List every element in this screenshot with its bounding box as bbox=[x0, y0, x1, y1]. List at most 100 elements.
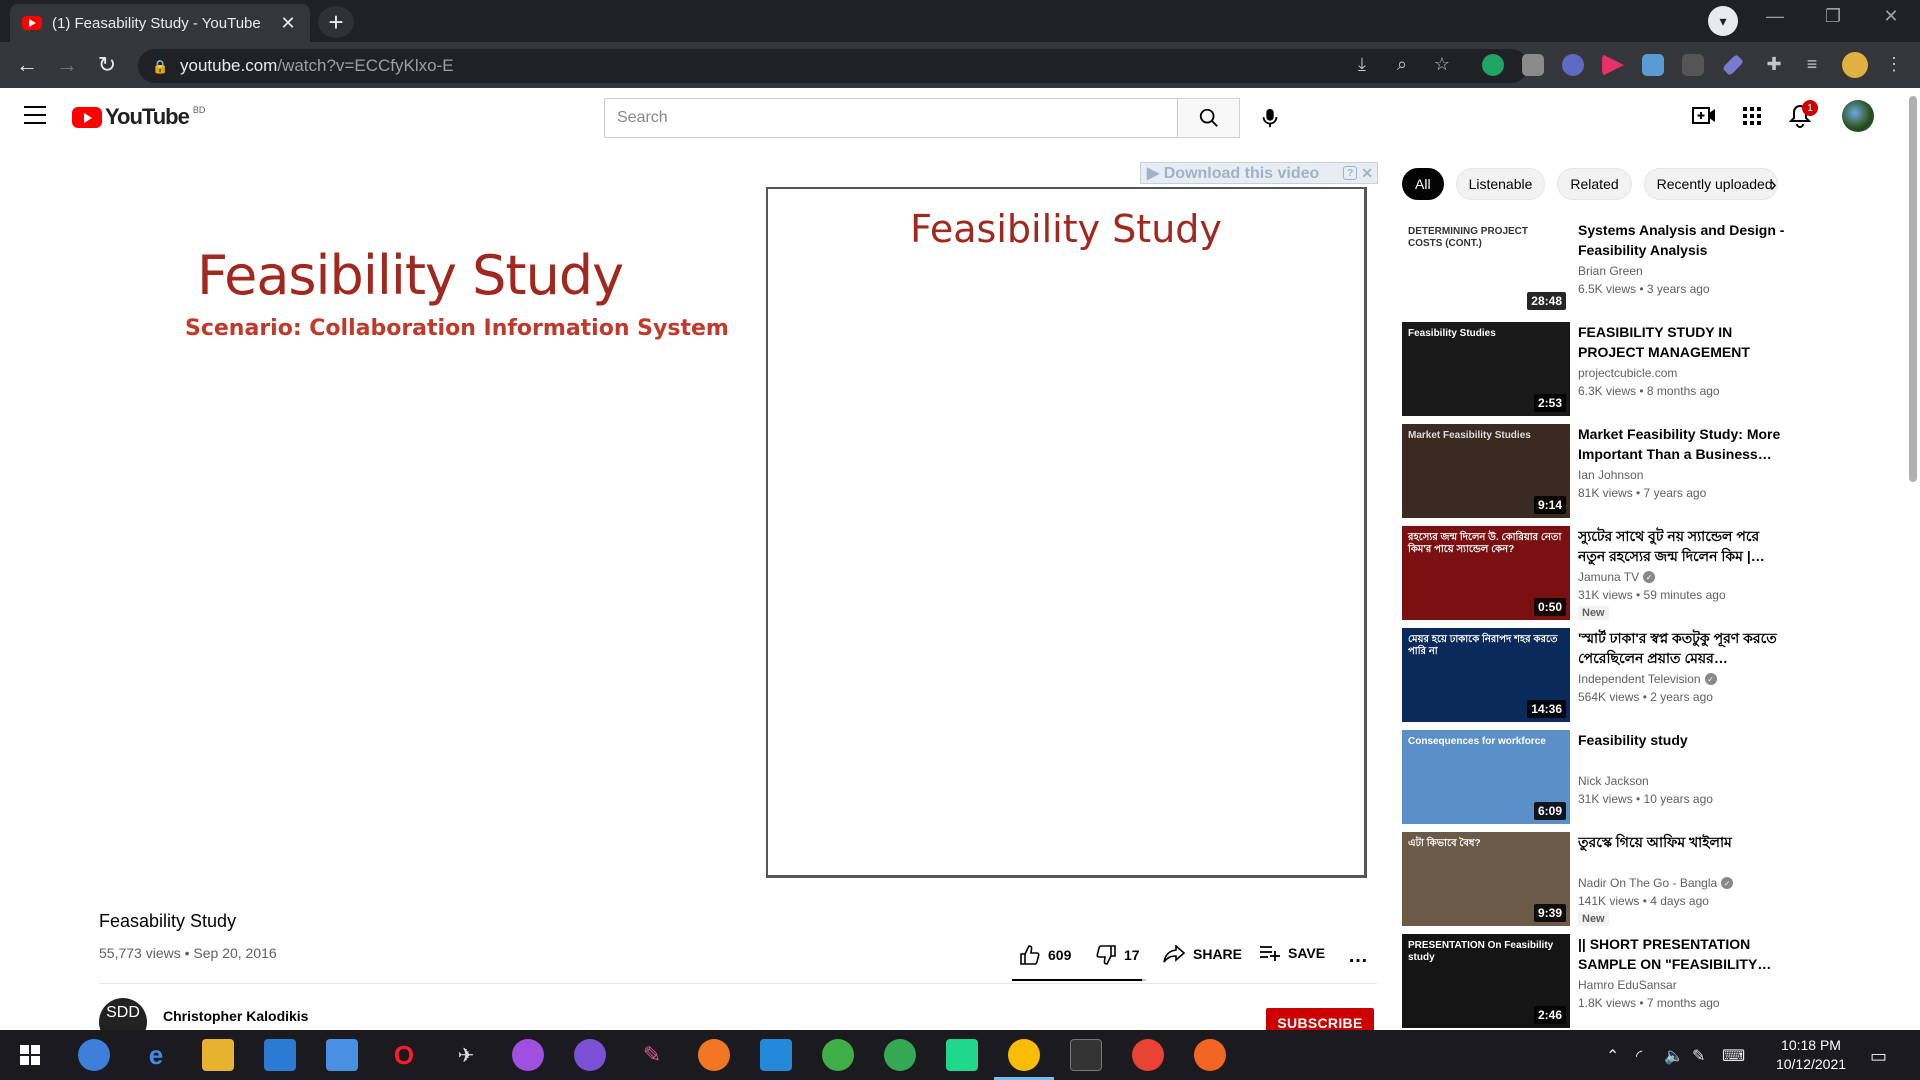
extension-icon-6[interactable] bbox=[1682, 54, 1704, 76]
recommendation-item[interactable]: মেয়র হয়ে ঢাকাকে নিরাপদ শহর করতে পারি ন… bbox=[1402, 628, 1902, 722]
browser-tab-youtube[interactable]: (1) Feasability Study - YouTube ✕ bbox=[10, 4, 310, 42]
recommendation-item[interactable]: PRESENTATION On Feasibility study 2:46 || … bbox=[1402, 934, 1902, 1028]
scrollbar-thumb[interactable] bbox=[1909, 96, 1917, 482]
restore-icon[interactable]: ❐ bbox=[1810, 6, 1856, 27]
pen-tray-icon[interactable]: ✎ bbox=[1692, 1046, 1705, 1066]
app-icon-13[interactable] bbox=[822, 1039, 854, 1071]
recommendation-channel[interactable]: Ian Johnson bbox=[1578, 468, 1643, 482]
recommendation-title[interactable]: Market Feasibility Study: More Important… bbox=[1578, 424, 1788, 464]
app-icon-19[interactable] bbox=[1194, 1039, 1226, 1071]
profile-avatar[interactable] bbox=[1842, 52, 1868, 78]
apps-grid-icon[interactable] bbox=[1738, 102, 1766, 130]
video-thumbnail[interactable]: এটা কিভাবে বৈধ? 9:39 bbox=[1402, 832, 1570, 926]
like-button[interactable]: 609 bbox=[1020, 945, 1071, 965]
voice-search-button[interactable] bbox=[1250, 98, 1290, 138]
video-thumbnail[interactable]: Consequences for workforce 6:09 bbox=[1402, 730, 1570, 824]
chrome-menu-icon[interactable]: ⋮ bbox=[1882, 54, 1906, 75]
forward-icon[interactable]: → bbox=[52, 50, 82, 80]
extensions-puzzle-icon[interactable]: ✚ bbox=[1762, 54, 1786, 75]
extension-icon-4[interactable] bbox=[1602, 54, 1624, 76]
chrome-icon[interactable] bbox=[884, 1039, 916, 1071]
taskbar-clock[interactable]: 10:18 PM 10/12/2021 bbox=[1766, 1036, 1856, 1074]
terminal-icon[interactable] bbox=[1070, 1039, 1102, 1071]
lock-icon[interactable]: 🔒 bbox=[152, 59, 168, 74]
account-avatar[interactable] bbox=[1842, 100, 1874, 132]
grammarly-extension-icon[interactable] bbox=[1482, 54, 1504, 76]
recommendation-channel[interactable]: Independent Television ✓ bbox=[1578, 672, 1717, 686]
tray-chevron-up-icon[interactable]: ⌃ bbox=[1606, 1046, 1619, 1066]
store-icon[interactable] bbox=[264, 1039, 296, 1071]
qbittorrent-icon[interactable] bbox=[78, 1039, 110, 1071]
tab-close-icon[interactable]: ✕ bbox=[278, 13, 298, 34]
reload-icon[interactable]: ↻ bbox=[92, 50, 122, 80]
download-video-banner[interactable]: ▶ Download this video ? ✕ bbox=[1140, 162, 1378, 184]
opera-icon[interactable]: O bbox=[388, 1039, 420, 1071]
recommendation-item[interactable]: DETERMINING PROJECT COSTS (CONT.) 28:48 Sy… bbox=[1402, 220, 1902, 314]
recommendation-channel[interactable]: projectcubicle.com bbox=[1578, 366, 1677, 380]
share-button[interactable]: SHARE bbox=[1163, 945, 1242, 963]
menu-icon[interactable] bbox=[24, 106, 46, 124]
windows-start-icon[interactable] bbox=[14, 1039, 46, 1071]
file-explorer-icon[interactable] bbox=[202, 1039, 234, 1071]
recommendation-title[interactable]: 'স্মার্ট ঢাকা'র স্বপ্ন কতটুকু পূরণ করতে … bbox=[1578, 628, 1788, 668]
more-actions-icon[interactable]: … bbox=[1348, 945, 1368, 968]
install-app-icon[interactable]: ⤓ bbox=[1350, 54, 1374, 75]
chrome-profile-icon[interactable] bbox=[1132, 1039, 1164, 1071]
app-icon-7[interactable]: ✈ bbox=[450, 1039, 482, 1071]
recommendation-title[interactable]: তুরস্কে গিয়ে আফিম খাইলাম bbox=[1578, 832, 1788, 852]
recommendation-channel[interactable]: Nadir On The Go - Bangla ✓ bbox=[1578, 876, 1734, 890]
page-scrollbar[interactable] bbox=[1906, 88, 1920, 1030]
extension-icon-3[interactable] bbox=[1562, 54, 1584, 76]
wifi-icon[interactable]: ◜ bbox=[1636, 1046, 1642, 1066]
close-icon[interactable]: ✕ bbox=[1361, 165, 1373, 182]
search-input[interactable]: Search bbox=[604, 98, 1178, 138]
chip-all[interactable]: All bbox=[1402, 168, 1444, 200]
recommendation-title[interactable]: Feasibility study bbox=[1578, 730, 1788, 750]
volume-icon[interactable]: 🔈 bbox=[1664, 1046, 1684, 1066]
screenshot-extension-icon[interactable] bbox=[1522, 54, 1544, 76]
recommendation-item[interactable]: রহস্যের জন্ম দিলেন উ. কোরিয়ার নেতা কিম'… bbox=[1402, 526, 1902, 620]
action-center-icon[interactable]: ▭ bbox=[1870, 1046, 1887, 1067]
new-tab-button[interactable]: + bbox=[318, 6, 354, 38]
recommendation-item[interactable]: Market Feasibility Studies 9:14 Market Fea… bbox=[1402, 424, 1902, 518]
video-thumbnail[interactable]: মেয়র হয়ে ঢাকাকে নিরাপদ শহর করতে পারি ন… bbox=[1402, 628, 1570, 722]
save-button[interactable]: SAVE bbox=[1260, 945, 1325, 961]
firefox-icon[interactable] bbox=[698, 1039, 730, 1071]
recommendation-title[interactable]: || SHORT PRESENTATION SAMPLE ON "FEASIBI… bbox=[1578, 934, 1788, 974]
keyboard-icon[interactable]: ⌨ bbox=[1722, 1046, 1745, 1066]
search-button[interactable] bbox=[1178, 98, 1240, 138]
messenger-icon[interactable] bbox=[512, 1039, 544, 1071]
chip-related[interactable]: Related bbox=[1557, 168, 1632, 200]
recommendation-channel[interactable]: Hamro EduSansar bbox=[1578, 978, 1677, 992]
create-video-icon[interactable] bbox=[1690, 102, 1718, 130]
dislike-button[interactable]: 17 bbox=[1096, 945, 1140, 965]
video-thumbnail[interactable]: Feasibility Studies 2:53 bbox=[1402, 322, 1570, 416]
address-bar[interactable]: 🔒 youtube.com/watch?v=ECCfyKlxo-E bbox=[138, 49, 1528, 83]
youtube-logo[interactable]: YouTube BD bbox=[72, 104, 205, 130]
chevron-right-icon[interactable]: › bbox=[1770, 174, 1777, 197]
video-thumbnail[interactable]: রহস্যের জন্ম দিলেন উ. কোরিয়ার নেতা কিম'… bbox=[1402, 526, 1570, 620]
zoom-icon[interactable]: ⌕ bbox=[1390, 54, 1414, 75]
edge-icon[interactable]: e bbox=[140, 1039, 172, 1071]
minimize-icon[interactable]: — bbox=[1752, 6, 1798, 27]
pen-extension-icon[interactable] bbox=[1722, 54, 1744, 76]
tab-search-icon[interactable]: ▾ bbox=[1708, 6, 1738, 36]
recommendation-channel[interactable]: Nick Jackson bbox=[1578, 774, 1649, 788]
video-player[interactable]: Feasibility Study Scenario: Collaboratio… bbox=[99, 168, 1379, 888]
download-video-label[interactable]: ▶ Download this video bbox=[1147, 163, 1319, 183]
video-thumbnail[interactable]: DETERMINING PROJECT COSTS (CONT.) 28:48 bbox=[1402, 220, 1570, 314]
download-extension-icon[interactable] bbox=[1642, 54, 1664, 76]
recommendation-item[interactable]: এটা কিভাবে বৈধ? 9:39 তুরস্কে গিয়ে আফিম খা… bbox=[1402, 832, 1902, 926]
help-icon[interactable]: ? bbox=[1343, 166, 1358, 180]
recommendation-item[interactable]: Consequences for workforce 6:09 Feasibilit… bbox=[1402, 730, 1902, 824]
recommendation-channel[interactable]: Brian Green bbox=[1578, 264, 1643, 278]
chip-listenable[interactable]: Listenable bbox=[1455, 168, 1546, 200]
video-thumbnail[interactable]: PRESENTATION On Feasibility study 2:46 bbox=[1402, 934, 1570, 1028]
github-desktop-icon[interactable] bbox=[574, 1039, 606, 1071]
vscode-icon[interactable] bbox=[760, 1039, 792, 1071]
media-queue-icon[interactable]: ≡ bbox=[1800, 54, 1824, 75]
recommendation-title[interactable]: FEASIBILITY STUDY IN PROJECT MANAGEMENT bbox=[1578, 322, 1788, 362]
back-icon[interactable]: ← bbox=[12, 50, 42, 80]
pycharm-icon[interactable] bbox=[946, 1039, 978, 1071]
recommendation-channel[interactable]: Jamuna TV ✓ bbox=[1578, 570, 1656, 584]
